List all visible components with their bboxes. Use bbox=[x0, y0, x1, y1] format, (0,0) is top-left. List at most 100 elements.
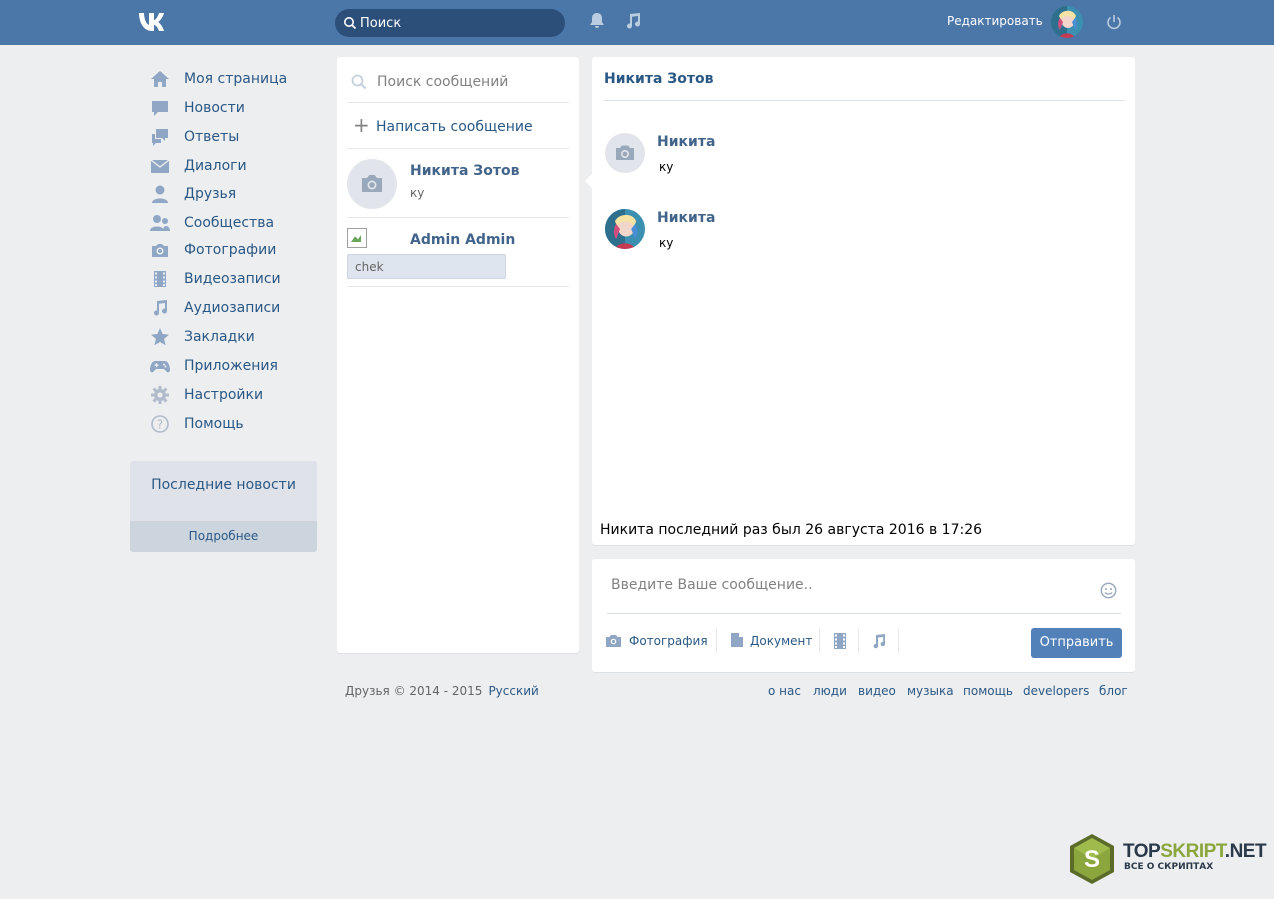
menu-item-videos[interactable]: Видеозаписи bbox=[150, 268, 320, 290]
menu-item-settings[interactable]: Настройки bbox=[150, 384, 320, 406]
divider bbox=[819, 629, 820, 653]
more-button[interactable]: Подробнее bbox=[130, 521, 317, 552]
menu-item-label: Настройки bbox=[184, 387, 264, 403]
write-message-label: Написать сообщение bbox=[376, 119, 533, 135]
attach-photo-label: Фотография bbox=[629, 634, 708, 648]
smile-icon[interactable] bbox=[1100, 582, 1117, 599]
message-composer: Введите Ваше сообщение.. Фотография Доку… bbox=[592, 559, 1135, 672]
music-icon bbox=[154, 300, 168, 316]
footer-link-video[interactable]: видео bbox=[858, 684, 896, 698]
film-icon bbox=[154, 271, 166, 287]
power-icon[interactable] bbox=[1105, 13, 1123, 31]
chat-panel: Никита Зотов Никита ку Никита ку Никита … bbox=[592, 57, 1135, 545]
message-author[interactable]: Никита bbox=[657, 134, 715, 150]
attach-document-button[interactable]: Документ bbox=[730, 629, 820, 653]
music-icon bbox=[873, 634, 886, 649]
menu-item-label: Диалоги bbox=[184, 158, 247, 174]
camera-icon bbox=[152, 244, 168, 257]
search-placeholder: Поиск bbox=[360, 16, 402, 31]
topskript-logo-icon: S bbox=[1070, 834, 1114, 884]
conversation-name: Никита Зотов bbox=[410, 163, 520, 179]
avatar[interactable] bbox=[605, 209, 645, 249]
conversation-preview: ку bbox=[410, 186, 425, 200]
chat-title[interactable]: Никита Зотов bbox=[604, 71, 713, 87]
avatar[interactable] bbox=[605, 133, 645, 173]
star-icon bbox=[151, 328, 169, 346]
menu-item-label: Аудиозаписи bbox=[184, 300, 281, 316]
send-button[interactable]: Отправить bbox=[1031, 628, 1122, 658]
message-text: ку bbox=[659, 236, 674, 250]
menu-item-replies[interactable]: Ответы bbox=[150, 126, 320, 148]
conversation-preview: chek bbox=[347, 254, 506, 279]
conversation-name: Admin Admin bbox=[410, 232, 516, 248]
footer-copyright-block: Друзья © 2014 - 2015 Русский bbox=[345, 684, 539, 698]
menu-item-label: Видеозаписи bbox=[184, 271, 281, 287]
search-icon bbox=[344, 17, 357, 30]
latest-news-box: Последние новости Подробнее bbox=[130, 461, 317, 552]
chat-message: Никита ку bbox=[605, 209, 1105, 254]
avatar bbox=[347, 159, 397, 209]
language-link[interactable]: Русский bbox=[488, 684, 538, 698]
gamepad-icon bbox=[150, 361, 170, 373]
edit-profile-link[interactable]: Редактировать bbox=[947, 14, 1043, 28]
menu-item-label: Ответы bbox=[184, 129, 240, 145]
menu-item-photos[interactable]: Фотографии bbox=[150, 239, 320, 261]
menu-item-bookmarks[interactable]: Закладки bbox=[150, 326, 320, 348]
message-text: ку bbox=[659, 160, 674, 174]
footer-link-help[interactable]: помощь bbox=[963, 684, 1013, 698]
menu-item-dialogs[interactable]: Диалоги bbox=[150, 155, 320, 177]
menu-item-friends[interactable]: Друзья bbox=[150, 183, 320, 205]
message-author[interactable]: Никита bbox=[657, 210, 715, 226]
music-icon[interactable] bbox=[624, 12, 642, 30]
avatar[interactable] bbox=[1051, 6, 1083, 38]
friend-icon bbox=[152, 185, 168, 203]
menu-item-news[interactable]: Новости bbox=[150, 97, 320, 119]
menu-item-my-page[interactable]: Моя страница bbox=[150, 68, 320, 90]
bell-icon[interactable] bbox=[588, 12, 606, 30]
film-icon bbox=[834, 633, 846, 649]
footer-link-music[interactable]: музыка bbox=[907, 684, 954, 698]
list-item[interactable]: Никита Зотов ку bbox=[347, 149, 569, 218]
replies-icon bbox=[152, 129, 168, 146]
footer-copyright: Друзья © 2014 - 2015 bbox=[345, 684, 483, 698]
menu-item-apps[interactable]: Приложения bbox=[150, 355, 320, 377]
message-input[interactable]: Введите Ваше сообщение.. bbox=[607, 559, 1121, 614]
menu-item-label: Моя страница bbox=[184, 71, 288, 87]
document-icon bbox=[731, 633, 743, 647]
message-search-input[interactable]: Поиск сообщений bbox=[347, 57, 569, 103]
attach-photo-button[interactable]: Фотография bbox=[605, 629, 717, 653]
latest-news-title: Последние новости bbox=[151, 477, 296, 493]
menu-item-label: Фотографии bbox=[184, 242, 277, 258]
conversation-list: Поиск сообщений + Написать сообщение Ник… bbox=[337, 57, 579, 653]
broken-image-icon bbox=[347, 228, 367, 248]
search-input[interactable]: Поиск bbox=[335, 9, 565, 37]
divider bbox=[604, 100, 1125, 101]
groups-icon bbox=[150, 215, 170, 231]
topskript-watermark: S TOPSKRIPT.NET ВСЕ О СКРИПТАХ bbox=[1066, 833, 1271, 885]
menu-item-label: Закладки bbox=[184, 329, 255, 345]
attach-video-button[interactable] bbox=[833, 629, 851, 653]
divider bbox=[858, 629, 859, 653]
svg-text:S: S bbox=[1084, 846, 1100, 873]
write-message-button[interactable]: + Написать сообщение bbox=[347, 103, 569, 149]
footer-link-developers[interactable]: developers bbox=[1023, 684, 1089, 698]
menu-item-communities[interactable]: Сообщества bbox=[150, 212, 320, 234]
message-input-placeholder: Введите Ваше сообщение.. bbox=[611, 577, 813, 593]
camera-icon bbox=[362, 175, 382, 192]
attach-audio-button[interactable] bbox=[871, 629, 889, 653]
footer-link-about[interactable]: о нас bbox=[768, 684, 801, 698]
search-icon bbox=[351, 74, 367, 90]
list-item[interactable]: Admin Admin chek bbox=[347, 218, 569, 287]
vk-logo[interactable] bbox=[137, 10, 171, 34]
divider bbox=[716, 629, 717, 653]
last-seen-status: Никита последний раз был 26 августа 2016… bbox=[600, 522, 983, 538]
menu-item-label: Новости bbox=[184, 100, 245, 116]
footer-link-people[interactable]: люди bbox=[813, 684, 847, 698]
footer-link-blog[interactable]: блог bbox=[1099, 684, 1128, 698]
camera-icon bbox=[616, 145, 634, 160]
camera-icon bbox=[606, 635, 621, 647]
brand-part-net: .NET bbox=[1224, 841, 1267, 862]
menu-item-help[interactable]: ? Помощь bbox=[150, 413, 320, 435]
menu-item-label: Помощь bbox=[184, 416, 244, 432]
menu-item-audio[interactable]: Аудиозаписи bbox=[150, 297, 320, 319]
